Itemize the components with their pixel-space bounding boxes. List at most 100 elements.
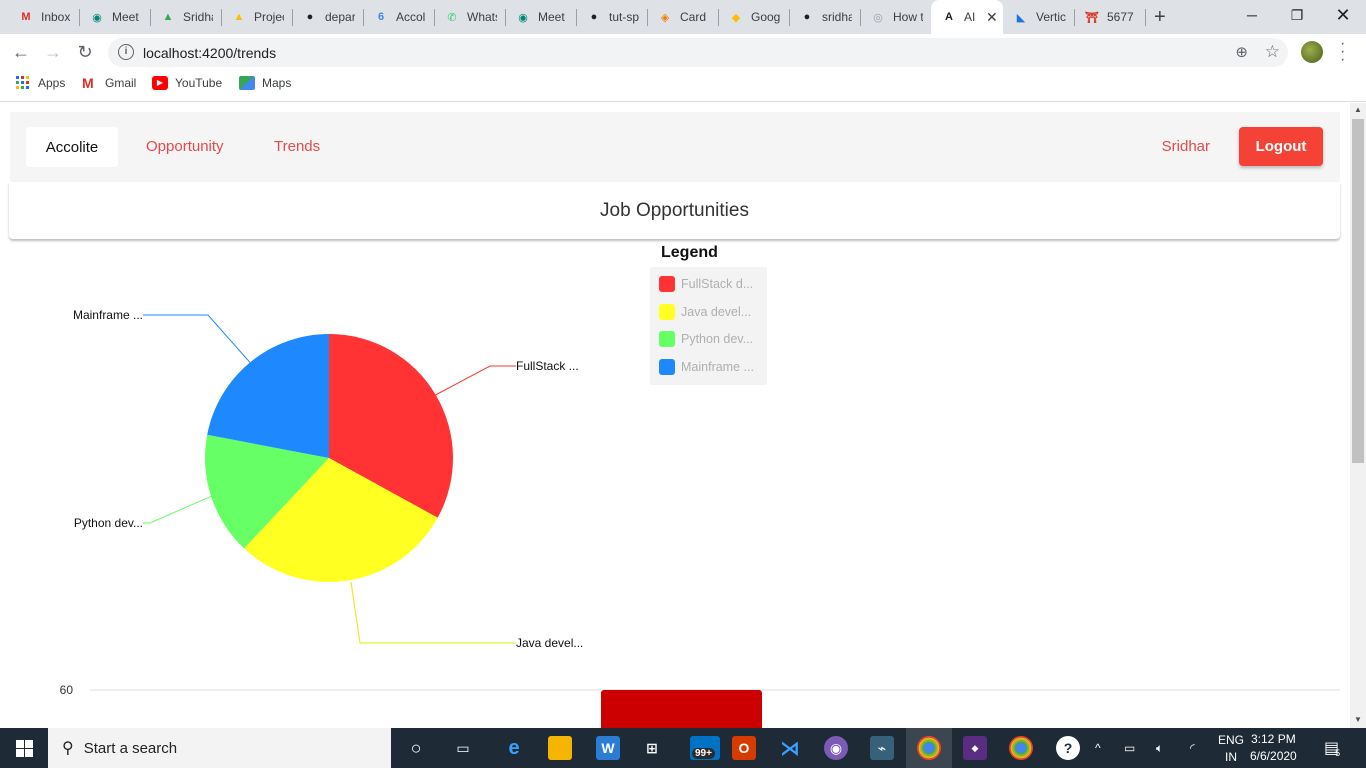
pie-callout-label: Java devel...	[516, 636, 583, 650]
browser-tab[interactable]: ● sridha	[789, 0, 860, 34]
github-icon: ●	[590, 11, 598, 23]
profile-avatar[interactable]	[1301, 41, 1323, 63]
task-view-icon[interactable]: ▭	[451, 736, 475, 760]
store-icon[interactable]: ⊞	[640, 736, 664, 760]
legend-panel: FullStack d... Java devel... Python dev...…	[650, 267, 767, 385]
pie-callout-line	[143, 314, 251, 363]
tray-expand-icon[interactable]: ^	[1095, 728, 1101, 768]
file-explorer-icon[interactable]	[548, 736, 572, 760]
game-icon[interactable]: ◆	[963, 736, 987, 760]
edge-icon[interactable]: e	[502, 736, 526, 760]
battery-icon[interactable]: ▭	[1124, 728, 1135, 768]
legend-swatch	[659, 331, 675, 347]
browser-tab[interactable]: ◎ How t	[860, 0, 931, 34]
bookmark-star-icon[interactable]: ☆	[1265, 42, 1280, 62]
browser-tab[interactable]: ◆ Goog	[718, 0, 789, 34]
browser-tab[interactable]: ● depar	[292, 0, 363, 34]
close-window-button[interactable]: ✕	[1320, 0, 1366, 30]
browser-tab[interactable]: M Inbox	[8, 0, 79, 34]
bookmark-label: YouTube	[175, 76, 223, 90]
browser-tab[interactable]: A AI ✕	[931, 0, 1003, 34]
zoom-icon[interactable]: ⊕	[1235, 43, 1248, 61]
legend-item[interactable]: Mainframe ...	[659, 358, 757, 375]
tab-title: sridha	[822, 10, 852, 24]
calendar-icon: 6	[377, 11, 385, 23]
legend-label: Java devel...	[681, 304, 752, 319]
lang-code: ENG	[1218, 733, 1245, 747]
legend-label: Mainframe ...	[681, 359, 754, 374]
back-button[interactable]: ←	[8, 39, 34, 65]
tab-title: Goog	[751, 10, 781, 24]
system-clock[interactable]: 3:12 PM 6/6/2020	[1250, 731, 1297, 765]
bookmark-maps[interactable]: Maps	[239, 76, 291, 90]
chrome-icon[interactable]	[917, 736, 941, 760]
scroll-up-icon[interactable]: ▲	[1354, 105, 1362, 114]
whatsapp-icon: ✆	[447, 11, 457, 24]
reload-button[interactable]: ↻	[72, 39, 98, 65]
mail-icon[interactable]: 99+	[690, 736, 720, 760]
legend-item[interactable]: Python dev...	[659, 331, 757, 347]
bar[interactable]	[601, 690, 762, 728]
language-indicator[interactable]: ENG IN	[1218, 732, 1244, 766]
lang-region: IN	[1225, 750, 1237, 764]
shield-icon: ◈	[660, 11, 670, 24]
help-icon[interactable]: ?	[1056, 736, 1080, 760]
meet-icon: ◉	[92, 11, 102, 24]
close-tab-icon[interactable]: ✕	[986, 9, 998, 26]
app-icon: ◣	[1016, 11, 1026, 24]
chrome-profile-icon[interactable]	[1009, 736, 1033, 760]
browser-tab[interactable]: ▲ Project	[221, 0, 292, 34]
legend-item[interactable]: Java devel...	[659, 303, 757, 320]
bookmark-apps[interactable]: Apps	[15, 76, 65, 90]
page-scrollbar[interactable]: ▲ ▼	[1350, 103, 1366, 728]
taskbar-search[interactable]: ⚲ Start a search	[48, 728, 391, 768]
legend-label: FullStack d...	[681, 277, 754, 291]
pie-callout-label: Mainframe ...	[73, 308, 143, 322]
browser-tab[interactable]: ◉ Meet	[79, 0, 150, 34]
drive-icon: ▲	[162, 11, 174, 23]
wifi-icon[interactable]: ◜	[1190, 728, 1195, 768]
forward-button[interactable]: →	[40, 39, 66, 65]
browser-tab[interactable]: ◣ Vertic	[1003, 0, 1074, 34]
bookmark-youtube[interactable]: ▶ YouTube	[152, 76, 222, 90]
minimize-button[interactable]: ─	[1229, 0, 1275, 30]
restore-button[interactable]: ❐	[1274, 0, 1320, 30]
bookmark-gmail[interactable]: M Gmail	[82, 76, 136, 90]
browser-tab[interactable]: ✆ Whats	[434, 0, 505, 34]
search-placeholder: Start a search	[83, 739, 178, 757]
scroll-down-icon[interactable]: ▼	[1354, 715, 1362, 724]
start-button[interactable]	[0, 728, 48, 768]
address-bar[interactable]: i localhost:4200/trends ⊕ ☆	[108, 38, 1288, 67]
tab-title: 5677	[1107, 10, 1134, 24]
browser-toolbar: ← → ↻ i localhost:4200/trends ⊕ ☆	[0, 34, 1366, 70]
browser-tab[interactable]: ▲ Sridhar	[150, 0, 221, 34]
cortana-icon[interactable]: ○	[404, 736, 428, 760]
mysql-workbench-icon[interactable]: ⌁	[870, 736, 894, 760]
browser-tab[interactable]: ◉ Meet	[505, 0, 576, 34]
browser-tab[interactable]: 6 Accol	[363, 0, 434, 34]
legend-item[interactable]: FullStack d...	[659, 276, 757, 292]
pie-callout-line	[435, 365, 516, 396]
tab-title: Card	[680, 10, 707, 24]
bookmark-label: Gmail	[105, 76, 137, 90]
github-desktop-icon[interactable]: ◉	[824, 736, 848, 760]
action-center-icon[interactable]: ▤ 5	[1324, 728, 1340, 768]
site-info-icon[interactable]: i	[118, 44, 134, 60]
wps-icon[interactable]: W	[596, 736, 620, 760]
scrollbar-thumb[interactable]	[1352, 119, 1364, 463]
charts-canvas: FullStack ... Java devel... Python dev... M…	[60, 308, 1340, 728]
tab-title: Meet	[538, 10, 565, 24]
volume-muted-icon[interactable]: 🔈︎	[1156, 728, 1163, 768]
tab-title: Vertic	[1036, 10, 1066, 24]
vscode-icon[interactable]: ⋊	[778, 736, 802, 760]
new-tab-button[interactable]: +	[1154, 6, 1166, 29]
youtube-icon: ▶	[152, 76, 168, 90]
clock-time: 3:12 PM	[1251, 732, 1296, 746]
browser-tab[interactable]: ⛩ 5677	[1074, 0, 1145, 34]
url-text[interactable]: localhost:4200/trends	[143, 45, 276, 61]
browser-menu-icon[interactable]: · · ·	[1340, 36, 1345, 68]
browser-tab[interactable]: ◈ Card	[647, 0, 718, 34]
browser-tab[interactable]: ● tut-sp	[576, 0, 647, 34]
pie-callout-line	[350, 581, 516, 644]
office-icon[interactable]: O	[732, 736, 756, 760]
